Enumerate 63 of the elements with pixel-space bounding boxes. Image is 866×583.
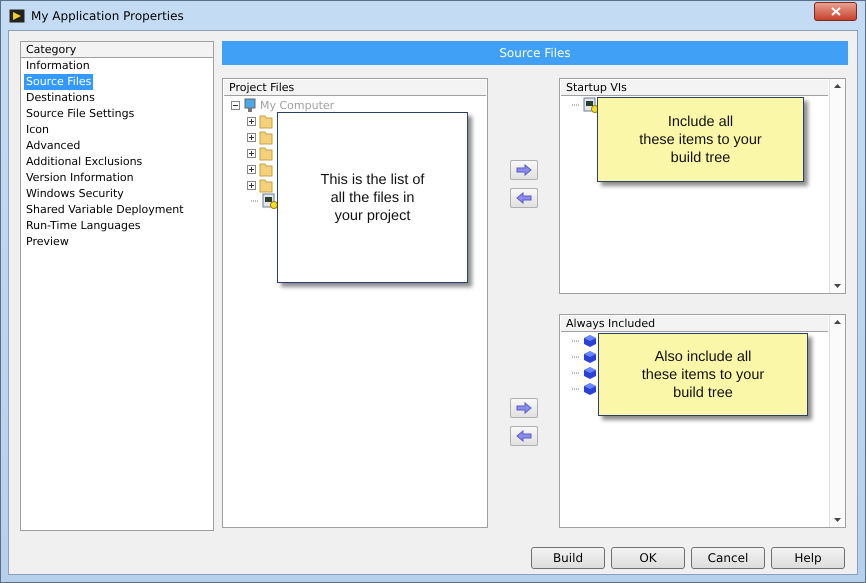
right-arrow-icon bbox=[516, 402, 532, 414]
category-item[interactable]: Additional Exclusions bbox=[24, 154, 144, 170]
scroll-up-icon[interactable] bbox=[834, 84, 841, 88]
right-arrow-icon bbox=[516, 164, 532, 176]
tree-line bbox=[572, 104, 580, 106]
scrollbar[interactable] bbox=[829, 79, 845, 293]
add-button[interactable] bbox=[510, 160, 538, 180]
folder-icon bbox=[259, 145, 273, 161]
section-header: Source Files bbox=[222, 41, 848, 65]
computer-icon bbox=[243, 98, 257, 112]
note-text: Include all these items to your build tree bbox=[639, 112, 762, 166]
close-button[interactable] bbox=[814, 2, 857, 21]
cube-icon bbox=[583, 366, 597, 380]
expand-icon[interactable] bbox=[247, 148, 256, 158]
category-item[interactable]: Windows Security bbox=[24, 186, 126, 202]
category-item[interactable]: Preview bbox=[24, 234, 71, 250]
expand-icon[interactable] bbox=[247, 180, 256, 190]
category-item[interactable]: Icon bbox=[24, 122, 51, 138]
note-text: Also include all these items to your build tree bbox=[642, 348, 764, 402]
scroll-down-icon[interactable] bbox=[834, 284, 841, 288]
left-arrow-icon bbox=[516, 430, 532, 442]
expand-icon[interactable] bbox=[247, 132, 256, 142]
cube-icon bbox=[583, 334, 597, 348]
scroll-up-icon[interactable] bbox=[834, 320, 841, 324]
scrollbar[interactable] bbox=[829, 315, 845, 527]
column-header: Startup VIs bbox=[561, 80, 828, 96]
expand-icon[interactable] bbox=[247, 116, 256, 126]
column-header: Always Included bbox=[561, 316, 828, 332]
remove-button[interactable] bbox=[510, 426, 538, 446]
expand-icon[interactable] bbox=[247, 164, 256, 174]
cube-icon bbox=[583, 350, 597, 364]
app-icon bbox=[9, 8, 25, 24]
remove-button[interactable] bbox=[510, 188, 538, 208]
folder-icon bbox=[259, 113, 273, 129]
note-text: This is the list of all the files in your project bbox=[320, 170, 424, 224]
dialog-button[interactable]: OK bbox=[611, 547, 685, 569]
folder-icon bbox=[259, 129, 273, 145]
category-item[interactable]: Shared Variable Deployment bbox=[24, 202, 186, 218]
window-title: My Application Properties bbox=[31, 8, 184, 22]
close-icon bbox=[830, 7, 840, 16]
tree-line bbox=[572, 388, 580, 390]
add-button[interactable] bbox=[510, 398, 538, 418]
tree-line bbox=[572, 372, 580, 374]
column-header: Project Files bbox=[224, 80, 486, 96]
cube-icon bbox=[583, 382, 597, 396]
dialog-button[interactable]: Help bbox=[771, 547, 845, 569]
tree-line bbox=[572, 356, 580, 358]
column-header: Category bbox=[21, 42, 213, 58]
vi-file-icon bbox=[583, 97, 599, 113]
category-item[interactable]: Information bbox=[24, 58, 92, 74]
left-arrow-icon bbox=[516, 192, 532, 204]
folder-icon bbox=[259, 161, 273, 177]
category-item[interactable]: Destinations bbox=[24, 90, 97, 106]
scroll-down-icon[interactable] bbox=[834, 518, 841, 522]
dialog-button[interactable]: Cancel bbox=[691, 547, 765, 569]
tree-line bbox=[251, 200, 259, 202]
category-item[interactable]: Version Information bbox=[24, 170, 136, 186]
category-item[interactable]: Run-Time Languages bbox=[24, 218, 142, 234]
dialog-button[interactable]: Build bbox=[531, 547, 605, 569]
tree-line bbox=[572, 340, 580, 342]
category-item[interactable]: Source File Settings bbox=[24, 106, 136, 122]
folder-icon bbox=[259, 177, 273, 193]
category-item[interactable]: Advanced bbox=[24, 138, 82, 154]
